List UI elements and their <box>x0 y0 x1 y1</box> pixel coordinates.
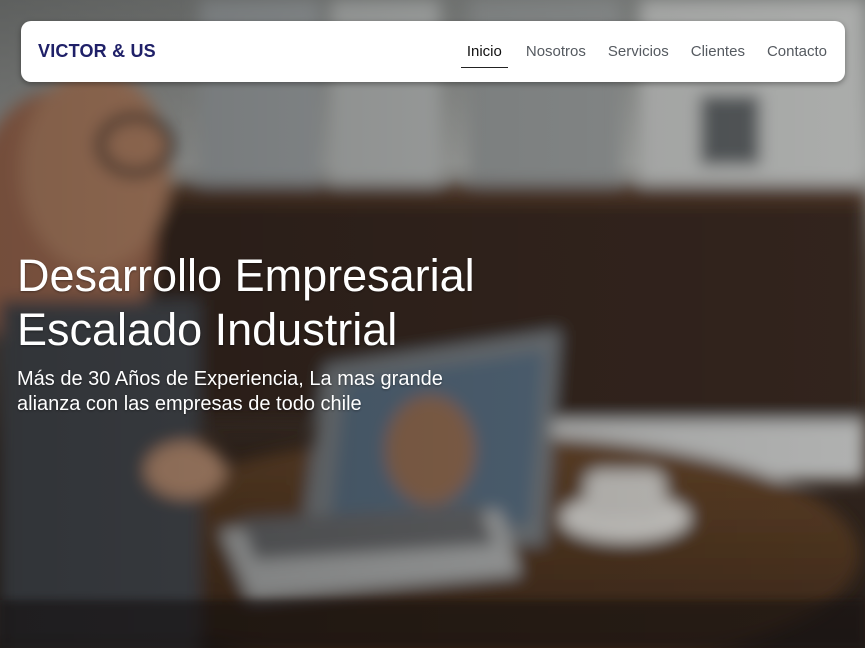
hero-content: Desarrollo Empresarial Escalado Industri… <box>17 249 487 417</box>
hero-title: Desarrollo Empresarial Escalado Industri… <box>17 249 487 357</box>
hero-title-line-1: Desarrollo Empresarial <box>17 250 475 301</box>
nav-link-inicio[interactable]: Inicio <box>460 21 508 82</box>
top-navbar: VICTOR & US Inicio Nosotros Servicios Cl… <box>21 21 845 82</box>
nav-link-clientes[interactable]: Clientes <box>691 21 745 82</box>
nav-links: Inicio Nosotros Servicios Clientes Conta… <box>460 21 827 82</box>
brand-logo[interactable]: VICTOR & US <box>38 41 156 62</box>
hero-subtitle: Más de 30 Años de Experiencia, La mas gr… <box>17 368 443 415</box>
hero-title-line-2: Escalado Industrial <box>17 304 398 355</box>
nav-link-contacto[interactable]: Contacto <box>767 21 827 82</box>
hero-section: VICTOR & US Inicio Nosotros Servicios Cl… <box>0 0 865 648</box>
nav-link-nosotros[interactable]: Nosotros <box>526 21 586 82</box>
nav-link-servicios[interactable]: Servicios <box>608 21 669 82</box>
